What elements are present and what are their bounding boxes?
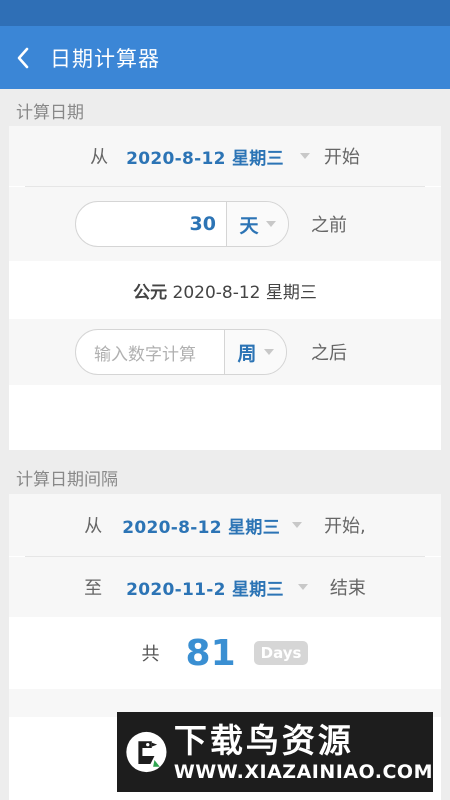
offset-stepper: 30 天 — [75, 201, 289, 247]
caret-down-icon — [297, 584, 308, 590]
watermark-banner: 下载鸟资源 WWW.XIAZAINIAO.COM — [117, 712, 433, 792]
bird-logo-icon — [126, 731, 167, 773]
after-stepper: 输入数字计算 周 — [75, 329, 287, 375]
from-date: 2020-8-12 星期三 — [126, 148, 284, 169]
from-date-selector[interactable]: 2020-8-12 星期三 — [126, 144, 310, 169]
result-text: 公元 2020-8-12 星期三 — [133, 278, 317, 303]
result-row: 公元 2020-8-12 星期三 — [9, 261, 441, 319]
caret-down-icon — [299, 153, 310, 159]
from-label: 从 — [90, 147, 109, 168]
interval-from-row: 从 2020-8-12 星期三 开始, — [9, 494, 441, 556]
after-unit: 周 — [237, 342, 257, 365]
section-label-date-interval: 计算日期间隔 — [16, 470, 118, 490]
total-value: 81 — [185, 632, 236, 674]
result-prefix: 公元 — [133, 282, 168, 303]
interval-from-label: 从 — [84, 516, 103, 537]
after-row: 输入数字计算 周 之后 — [9, 319, 441, 385]
interval-to-date-selector[interactable]: 2020-11-2 星期三 — [126, 575, 308, 600]
chevron-left-icon — [17, 47, 29, 68]
interval-to-date: 2020-11-2 星期三 — [126, 579, 284, 600]
before-row: 30 天 之前 — [9, 187, 441, 261]
after-input[interactable]: 输入数字计算 — [76, 330, 224, 374]
watermark-title: 下载鸟资源 — [173, 721, 354, 760]
interval-to-label: 至 — [84, 578, 103, 599]
total-label: 共 — [141, 644, 160, 665]
result-date: 2020-8-12 星期三 — [172, 282, 317, 303]
interval-from-date: 2020-8-12 星期三 — [122, 517, 280, 538]
offset-unit-select[interactable]: 天 — [226, 202, 288, 246]
nav-bar: 日期计算器 — [0, 26, 450, 89]
caret-down-icon — [292, 522, 302, 528]
start-label: 开始 — [323, 147, 360, 168]
days-unit-badge: Days — [253, 641, 309, 665]
total-row: 共 81 Days — [9, 617, 441, 689]
after-unit-select[interactable]: 周 — [224, 330, 286, 374]
interval-end-label: 结束 — [329, 578, 366, 599]
section-label-calc-date: 计算日期 — [16, 103, 84, 123]
offset-input[interactable]: 30 — [76, 202, 226, 246]
page-title: 日期计算器 — [50, 46, 160, 71]
after-label: 之后 — [311, 343, 347, 364]
interval-start-label: 开始, — [324, 516, 366, 537]
watermark-text: 下载鸟资源 WWW.XIAZAINIAO.COM — [174, 721, 433, 783]
caret-down-icon — [265, 221, 276, 227]
caret-down-icon — [263, 349, 274, 355]
interval-from-date-selector[interactable]: 2020-8-12 星期三 — [122, 513, 302, 538]
watermark-url: WWW.XIAZAINIAO.COM — [173, 761, 433, 783]
calc-date-card: 从 2020-8-12 星期三 开始 30 天 之前 公元 2020-8-12 … — [9, 126, 441, 450]
interval-to-row: 至 2020-11-2 星期三 结束 — [9, 557, 441, 617]
status-bar — [0, 0, 450, 26]
from-row: 从 2020-8-12 星期三 开始 — [9, 126, 441, 186]
before-label: 之前 — [311, 215, 347, 236]
back-button[interactable] — [0, 26, 46, 89]
offset-unit: 天 — [239, 214, 259, 237]
